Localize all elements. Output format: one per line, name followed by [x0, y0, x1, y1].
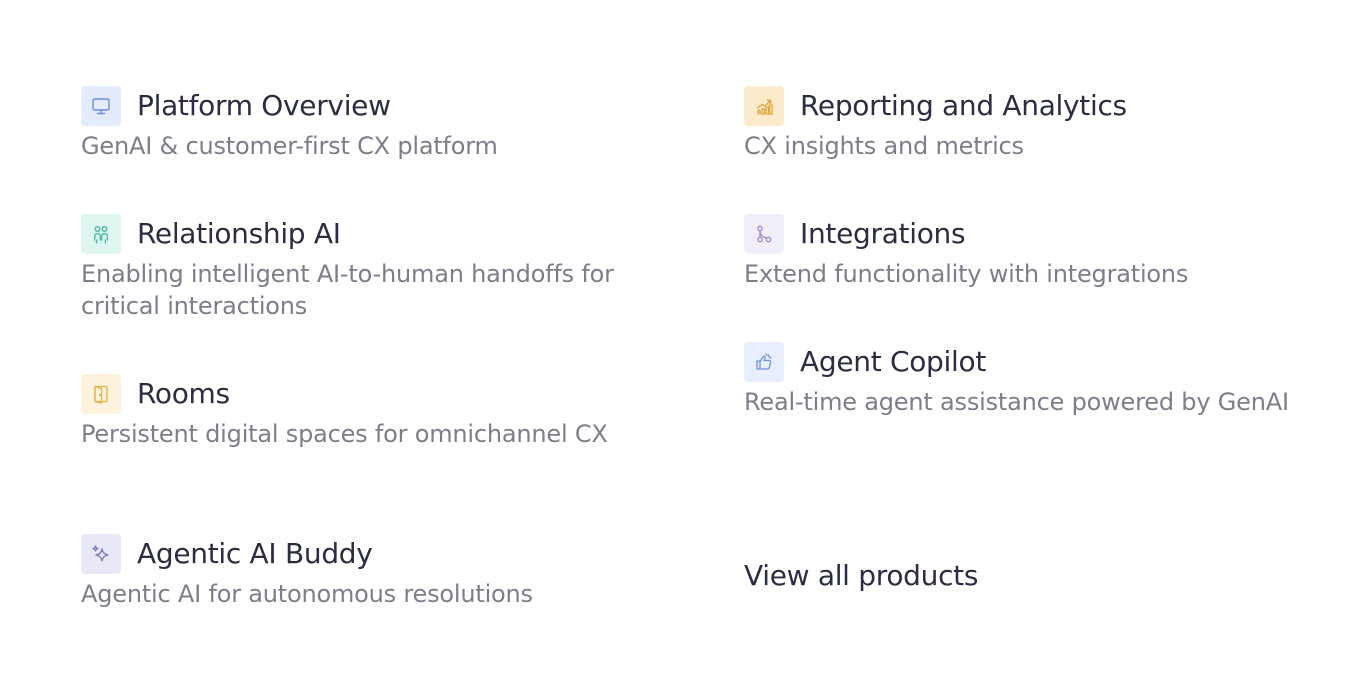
menu-item-title: Agent Copilot — [800, 345, 987, 378]
door-icon — [81, 374, 121, 414]
menu-item-description: Persistent digital spaces for omnichanne… — [81, 420, 608, 448]
menu-item-header: Reporting and Analytics — [744, 86, 1324, 126]
menu-item-description: Enabling intelligent AI-to-human handoff… — [81, 260, 614, 320]
menu-item-description: GenAI & customer-first CX platform — [81, 132, 498, 160]
menu-item-description: CX insights and metrics — [744, 132, 1024, 160]
menu-item-title: Reporting and Analytics — [800, 89, 1127, 122]
menu-item-description: Extend functionality with integrations — [744, 260, 1189, 288]
products-column-left: Platform Overview GenAI & customer-first… — [81, 86, 661, 614]
menu-item-header: Relationship AI — [81, 214, 661, 254]
menu-item-platform-overview[interactable]: Platform Overview GenAI & customer-first… — [81, 86, 661, 214]
menu-item-header: Agent Copilot — [744, 342, 1324, 382]
view-all-products-link[interactable]: View all products — [744, 556, 978, 596]
menu-item-description: Real-time agent assistance powered by Ge… — [744, 388, 1289, 416]
menu-item-title: Relationship AI — [137, 217, 341, 250]
menu-item-reporting-analytics[interactable]: Reporting and Analytics CX insights and … — [744, 86, 1324, 214]
integration-icon — [744, 214, 784, 254]
thumbs-up-icon — [744, 342, 784, 382]
chart-icon — [744, 86, 784, 126]
menu-item-header: Agentic AI Buddy — [81, 534, 661, 574]
menu-item-title: Integrations — [800, 217, 966, 250]
menu-item-rooms[interactable]: Rooms Persistent digital spaces for omni… — [81, 374, 661, 534]
menu-item-agent-copilot[interactable]: Agent Copilot Real-time agent assistance… — [744, 342, 1324, 502]
menu-item-relationship-ai[interactable]: Relationship AI Enabling intelligent AI-… — [81, 214, 661, 374]
sparkle-icon — [81, 534, 121, 574]
menu-item-agentic-ai-buddy[interactable]: Agentic AI Buddy Agentic AI for autonomo… — [81, 534, 661, 614]
menu-item-header: Rooms — [81, 374, 661, 414]
menu-item-integrations[interactable]: Integrations Extend functionality with i… — [744, 214, 1324, 342]
products-menu: Platform Overview GenAI & customer-first… — [0, 0, 1358, 698]
menu-item-title: Platform Overview — [137, 89, 391, 122]
products-column-right: Reporting and Analytics CX insights and … — [744, 86, 1324, 502]
menu-item-header: Platform Overview — [81, 86, 661, 126]
monitor-icon — [81, 86, 121, 126]
people-icon — [81, 214, 121, 254]
menu-item-header: Integrations — [744, 214, 1324, 254]
menu-item-title: Rooms — [137, 377, 230, 410]
menu-item-title: Agentic AI Buddy — [137, 537, 373, 570]
menu-item-description: Agentic AI for autonomous resolutions — [81, 580, 533, 608]
